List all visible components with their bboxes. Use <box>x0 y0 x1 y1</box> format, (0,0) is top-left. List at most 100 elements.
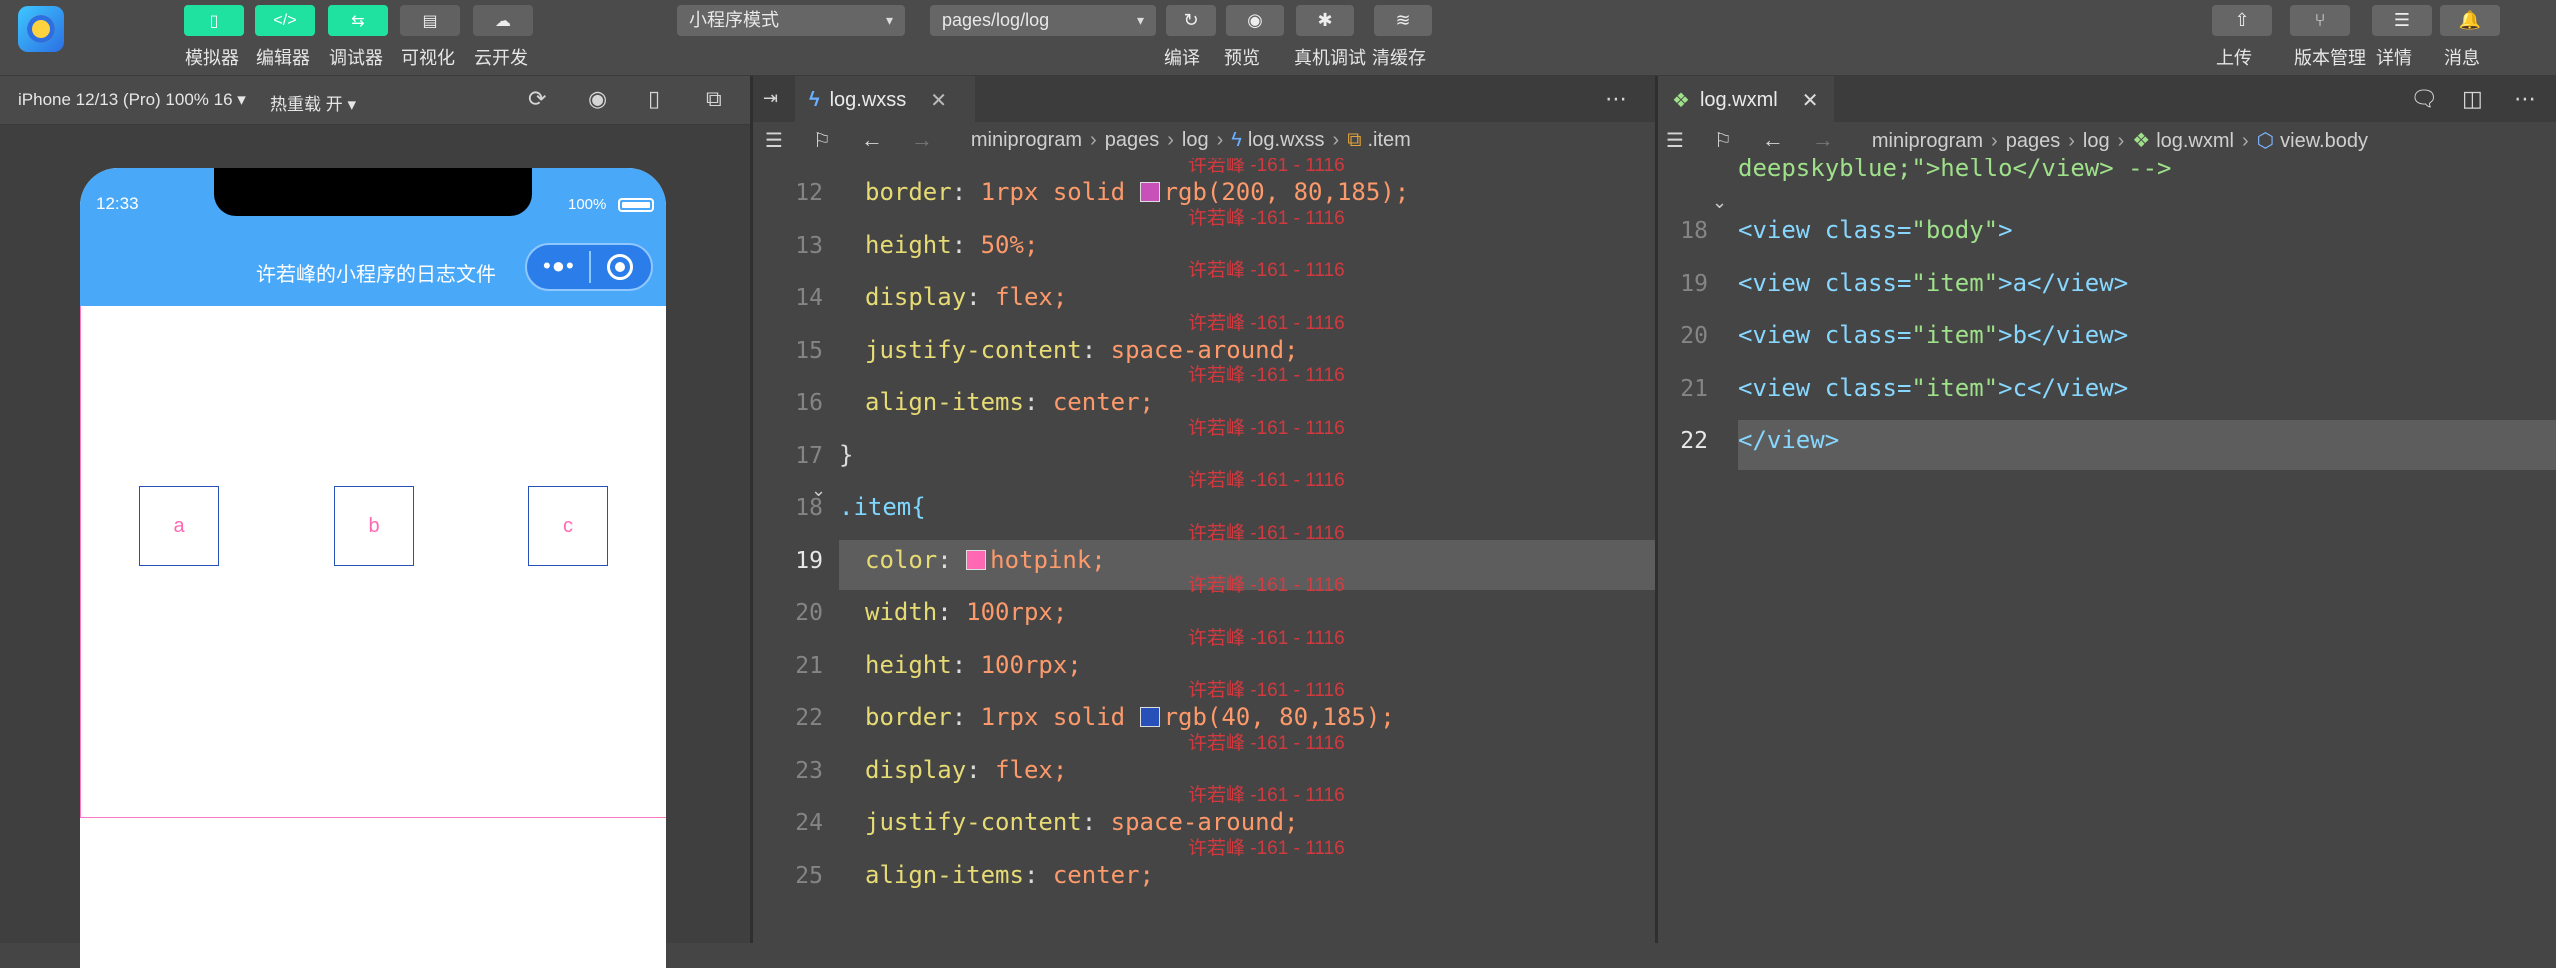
clear-cache-button[interactable]: ≋ <box>1374 5 1432 36</box>
fold-chevron-icon[interactable]: ⌄ <box>811 480 826 501</box>
wxml-tab-bar: ❖ log.wxml ✕ 🗨 ◫ ⋯ <box>1658 76 2556 125</box>
breadcrumb-item[interactable]: miniprogram <box>1872 130 1983 152</box>
tab-label: log.wxml <box>1699 88 1778 111</box>
line-number: 21 <box>795 652 823 679</box>
code-fragment: } <box>845 158 859 160</box>
comment-icon[interactable]: 🗨 <box>2410 86 2438 112</box>
tab-label: log.wxss <box>829 88 907 111</box>
xml-attr: class= <box>1810 373 1912 402</box>
list-icon[interactable]: ☰ <box>765 128 783 153</box>
css-property: color <box>865 545 938 574</box>
line-number: 25 <box>795 862 823 889</box>
css-property: height <box>865 230 952 259</box>
watermark-text: 许若峰 -161 - 1116 <box>1188 312 1345 334</box>
xml-tag: <view <box>1738 321 1811 349</box>
css-value: center; <box>1052 388 1155 416</box>
chevron-right-icon: › <box>1991 129 1998 152</box>
mode-select[interactable]: 小程序模式 ▾ <box>677 5 905 36</box>
details-label: 详情 <box>2376 48 2412 68</box>
chevron-right-icon: › <box>2068 129 2075 152</box>
phone-icon[interactable]: ▯ <box>648 86 660 112</box>
code-token: .item{ <box>839 493 926 521</box>
css-property: align-items <box>865 388 1024 416</box>
watermark-text: 许若峰 -161 - 1116 <box>1188 680 1345 701</box>
back-arrow-icon[interactable]: ← <box>861 127 883 153</box>
collapse-sidebar-icon[interactable]: ⇥ <box>763 88 778 109</box>
forward-arrow-icon[interactable]: → <box>911 127 933 153</box>
battery-text: 100% <box>568 196 607 213</box>
line-number: 13 <box>795 232 823 259</box>
breadcrumb-item[interactable]: log.wxss <box>1248 129 1325 151</box>
forward-arrow-icon[interactable]: → <box>1812 127 1834 153</box>
stop-icon[interactable]: ◉ <box>588 86 607 112</box>
xml-string: "body" <box>1911 216 1999 244</box>
breadcrumb-item[interactable]: log <box>2083 130 2110 152</box>
chevron-right-icon: › <box>2241 129 2249 152</box>
css-property: width <box>865 598 938 626</box>
watermark-text: 许若峰 -161 - 1116 <box>1188 207 1345 229</box>
breadcrumb-item[interactable]: log <box>1182 129 1209 151</box>
phone-button[interactable]: ▯ <box>184 5 244 36</box>
code-button[interactable]: </> <box>255 5 315 36</box>
close-tab-icon[interactable]: ✕ <box>1802 88 1819 113</box>
messages-button[interactable]: 🔔 <box>2440 5 2500 36</box>
bookmark-icon[interactable]: ⚐ <box>813 128 831 153</box>
css-value: 50%; <box>980 230 1039 259</box>
preview-button[interactable]: ◉ <box>1226 5 1284 36</box>
breadcrumb-item[interactable]: view.body <box>2280 130 2368 152</box>
current-line-highlight <box>1738 420 2556 470</box>
details-button[interactable]: ☰ <box>2372 5 2432 36</box>
xml-tag: > <box>1998 321 2013 349</box>
line-number: 18 <box>1680 218 1708 244</box>
tab-log-wxml[interactable]: ❖ log.wxml ✕ <box>1658 76 1834 124</box>
breadcrumb-item[interactable]: pages <box>1105 129 1160 151</box>
back-arrow-icon[interactable]: ← <box>1762 127 1784 153</box>
code-line: </view> <box>1738 426 1839 454</box>
debug-button[interactable]: ⇆ <box>328 5 388 36</box>
css-value: 100rpx; <box>980 650 1082 679</box>
close-miniprogram-icon[interactable] <box>607 254 633 280</box>
popout-icon[interactable]: ⧉ <box>706 86 722 112</box>
tab-log-wxss[interactable]: ϟ log.wxss ✕ <box>795 76 975 124</box>
fold-chevron-icon[interactable]: ⌄ <box>1712 192 1727 213</box>
close-tab-icon[interactable]: ✕ <box>930 88 947 113</box>
cloud-button[interactable]: ☁ <box>473 5 533 36</box>
breadcrumb-item[interactable]: .item <box>1368 129 1411 151</box>
preview-icon: ◉ <box>1247 10 1263 30</box>
messages-label: 消息 <box>2444 48 2480 68</box>
more-actions-icon[interactable]: ⋯ <box>2514 86 2536 112</box>
color-swatch[interactable] <box>1139 182 1160 202</box>
more-actions-icon[interactable]: ⋯ <box>1605 86 1627 112</box>
rotate-icon[interactable]: ⟳ <box>528 86 546 112</box>
remote-debug-button[interactable]: ✱ <box>1296 5 1354 36</box>
upload-button[interactable]: ⇧ <box>2212 5 2272 36</box>
menu-capsule[interactable]: •●• <box>525 243 653 291</box>
breadcrumb-item[interactable]: miniprogram <box>971 129 1082 151</box>
nav-bar: 12:33 100% 许若峰的小程序的日志文件 •●• <box>80 168 666 306</box>
list-icon[interactable]: ☰ <box>1666 128 1684 153</box>
wxml-code-area[interactable]: deepskyblue;">hello</view> --> 18 <view c… <box>1658 158 2556 943</box>
layout-button[interactable]: ▤ <box>400 5 460 36</box>
color-swatch[interactable] <box>1139 707 1160 727</box>
page-select[interactable]: pages/log/log ▾ <box>930 5 1156 36</box>
breadcrumb-item[interactable]: pages <box>2006 130 2061 152</box>
version-button[interactable]: ⑂ <box>2290 5 2350 36</box>
compile-button[interactable]: ↻ <box>1166 5 1216 36</box>
device-select[interactable]: iPhone 12/13 (Pro) 100% 16 ▾ <box>18 90 246 110</box>
split-editor-icon[interactable]: ◫ <box>2462 86 2483 112</box>
bookmark-icon[interactable]: ⚐ <box>1714 128 1732 153</box>
breadcrumb-item[interactable]: log.wxml <box>2156 130 2234 152</box>
hot-reload-toggle[interactable]: 热重载 开 ▾ <box>270 90 356 115</box>
wxss-code-area[interactable]: }12border: 1rpx solid rgb(200, 80,185);许… <box>753 158 1655 943</box>
xml-string: "item" <box>1911 373 1999 402</box>
debug-icon: ⇆ <box>351 12 365 30</box>
remote-debug-label: 真机调试 <box>1294 48 1366 68</box>
color-swatch[interactable] <box>966 549 987 570</box>
xml-text: a</view> <box>2012 268 2129 297</box>
xml-tag: <view <box>1738 268 1811 297</box>
code-line: color: hotpink; <box>865 546 1106 574</box>
watermark-text: 许若峰 -161 - 1116 <box>1188 417 1345 439</box>
upload-label: 上传 <box>2216 48 2252 68</box>
css-value: 100rpx; <box>966 598 1068 626</box>
more-icon[interactable]: •●• <box>543 253 575 279</box>
